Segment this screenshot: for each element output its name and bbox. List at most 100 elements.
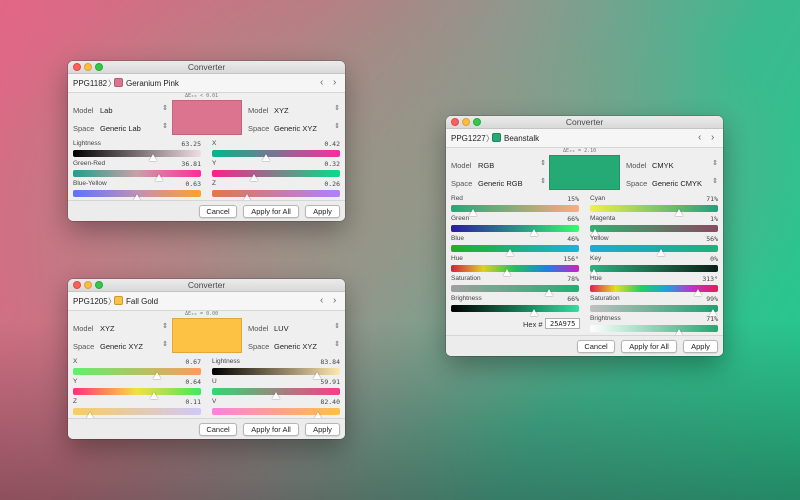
slider-cyan[interactable]: Cyan 71% (590, 195, 718, 216)
slider-label: Blue (451, 235, 465, 242)
model-popup-right[interactable]: XYZ ⇕ (274, 105, 340, 115)
title-bar[interactable]: Converter (68, 279, 345, 292)
slider-v[interactable]: V 82.40 (212, 398, 340, 419)
color-swatch-icon (114, 296, 123, 305)
hex-input[interactable]: 25A975 (545, 318, 580, 329)
slider-saturation[interactable]: Saturation 78% (451, 275, 579, 296)
color-breadcrumb: PPG1182 〉 Geranium Pink ‹ › (68, 74, 345, 93)
slider-track[interactable] (451, 285, 579, 292)
space-popup-left[interactable]: Generic Lab ⇕ (100, 123, 168, 133)
model-popup-left[interactable]: XYZ ⇕ (100, 323, 168, 333)
apply-for-all-button[interactable]: Apply for All (621, 340, 677, 353)
apply-for-all-button[interactable]: Apply for All (243, 205, 299, 218)
color-preview (172, 318, 242, 353)
slider-y[interactable]: Y 0.32 (212, 160, 340, 181)
chevron-updown-icon: ⇕ (334, 123, 340, 130)
apply-button[interactable]: Apply (305, 423, 340, 436)
slider-blue-yellow[interactable]: Blue-Yellow 0.63 (73, 180, 201, 201)
back-arrow-icon[interactable]: ‹ (320, 295, 323, 306)
slider-red[interactable]: Red 15% (451, 195, 579, 216)
slider-brightness[interactable]: Brightness 66% (451, 295, 579, 316)
color-preview (172, 100, 242, 135)
converter-window-geranium: Converter PPG1182 〉 Geranium Pink ‹ › ΔE… (68, 61, 345, 221)
slider-track[interactable] (590, 305, 718, 312)
slider-label: Yellow (590, 235, 609, 242)
slider-label: Hue (451, 255, 463, 262)
slider-track[interactable] (212, 150, 340, 157)
slider-z[interactable]: Z 0.26 (212, 180, 340, 201)
slider-track[interactable] (590, 225, 718, 232)
delta-e-label: ΔE₀₀ = 0.00 (185, 311, 219, 317)
slider-label: Red (451, 195, 463, 202)
slider-track[interactable] (590, 245, 718, 252)
slider-track[interactable] (212, 368, 340, 375)
space-popup-right[interactable]: Generic XYZ ⇕ (274, 123, 340, 133)
slider-yellow[interactable]: Yellow 56% (590, 235, 718, 256)
cancel-button[interactable]: Cancel (577, 340, 615, 353)
slider-blue[interactable]: Blue 46% (451, 235, 579, 256)
title-bar[interactable]: Converter (68, 61, 345, 74)
slider-saturation[interactable]: Saturation 99% (590, 295, 718, 316)
slider-track[interactable] (73, 170, 201, 177)
forward-arrow-icon[interactable]: › (333, 77, 336, 88)
color-id[interactable]: PPG1227 (451, 134, 486, 143)
space-popup-right[interactable]: Generic CMYK ⇕ (652, 178, 718, 188)
slider-x[interactable]: X 0.42 (212, 140, 340, 161)
slider-track[interactable] (590, 265, 718, 272)
title-bar[interactable]: Converter (446, 116, 723, 129)
space-popup-left[interactable]: Generic RGB ⇕ (478, 178, 546, 188)
slider-track[interactable] (590, 325, 718, 332)
slider-x[interactable]: X 0.67 (73, 358, 201, 379)
model-label: Model (626, 161, 647, 170)
slider-track[interactable] (451, 225, 579, 232)
slider-track[interactable] (451, 305, 579, 312)
slider-value: 156° (563, 255, 579, 263)
slider-key[interactable]: Key 0% (590, 255, 718, 276)
color-id[interactable]: PPG1182 (73, 79, 107, 88)
slider-label: Z (73, 398, 77, 405)
slider-z[interactable]: Z 0.11 (73, 398, 201, 419)
slider-label: Green-Red (73, 160, 106, 167)
slider-green[interactable]: Green 66% (451, 215, 579, 236)
slider-label: Lightness (212, 358, 240, 365)
slider-thumb[interactable] (530, 309, 539, 316)
slider-lightness[interactable]: Lightness 83.84 (212, 358, 340, 379)
slider-green-red[interactable]: Green-Red 36.81 (73, 160, 201, 181)
slider-track[interactable] (451, 265, 579, 272)
apply-button[interactable]: Apply (305, 205, 340, 218)
slider-track[interactable] (73, 150, 201, 157)
slider-track[interactable] (73, 388, 201, 395)
slider-track[interactable] (590, 205, 718, 212)
color-name: Geranium Pink (126, 79, 179, 88)
slider-lightness[interactable]: Lightness 63.25 (73, 140, 201, 161)
apply-button[interactable]: Apply (683, 340, 718, 353)
model-popup-left[interactable]: Lab ⇕ (100, 105, 168, 115)
slider-track[interactable] (212, 190, 340, 197)
slider-brightness[interactable]: Brightness 71% (590, 315, 718, 336)
back-arrow-icon[interactable]: ‹ (320, 77, 323, 88)
model-popup-right[interactable]: LUV ⇕ (274, 323, 340, 333)
forward-arrow-icon[interactable]: › (711, 132, 714, 143)
model-popup-right[interactable]: CMYK ⇕ (652, 160, 718, 170)
apply-for-all-button[interactable]: Apply for All (243, 423, 299, 436)
slider-value: 99% (706, 295, 718, 303)
forward-arrow-icon[interactable]: › (333, 295, 336, 306)
slider-hue[interactable]: Hue 313° (590, 275, 718, 296)
slider-magenta[interactable]: Magenta 1% (590, 215, 718, 236)
hex-label: Hex # (523, 320, 543, 329)
space-popup-left[interactable]: Generic XYZ ⇕ (100, 341, 168, 351)
slider-y[interactable]: Y 0.64 (73, 378, 201, 399)
slider-track[interactable] (212, 170, 340, 177)
slider-u[interactable]: U 59.91 (212, 378, 340, 399)
slider-track[interactable] (73, 368, 201, 375)
cancel-button[interactable]: Cancel (199, 205, 237, 218)
cancel-button[interactable]: Cancel (199, 423, 237, 436)
space-popup-right[interactable]: Generic XYZ ⇕ (274, 341, 340, 351)
back-arrow-icon[interactable]: ‹ (698, 132, 701, 143)
color-id[interactable]: PPG1205 (73, 297, 108, 306)
slider-hue[interactable]: Hue 156° (451, 255, 579, 276)
chevron-updown-icon: ⇕ (162, 123, 168, 130)
model-popup-left[interactable]: RGB ⇕ (478, 160, 546, 170)
slider-track[interactable] (451, 245, 579, 252)
slider-value: 36.81 (181, 160, 201, 168)
